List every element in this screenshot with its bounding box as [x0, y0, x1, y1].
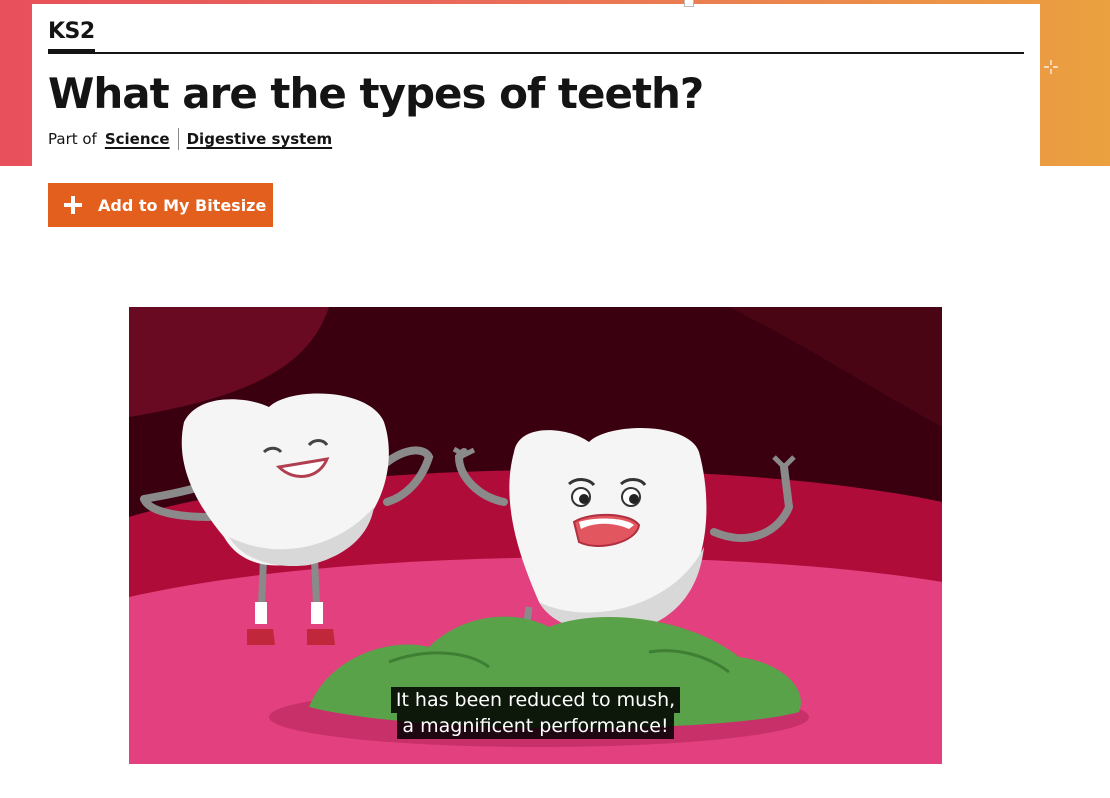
subtitle-line: It has been reduced to mush,: [390, 687, 681, 713]
breadcrumb-prefix: Part of: [48, 130, 97, 148]
breadcrumb-link-digestive-system[interactable]: Digestive system: [187, 130, 333, 148]
plus-icon: [64, 196, 82, 214]
add-button-label: Add to My Bitesize: [98, 195, 267, 215]
title-rule: [48, 52, 1024, 54]
tab-notch-icon: [684, 0, 694, 7]
breadcrumb: Part of Science Digestive system: [48, 128, 332, 150]
add-to-my-bitesize-button[interactable]: Add to My Bitesize: [48, 183, 273, 227]
crosshair-cursor-icon: [1044, 60, 1058, 74]
breadcrumb-divider: [177, 128, 179, 150]
subtitles: It has been reduced to mush, a magnifice…: [129, 687, 942, 739]
level-tab[interactable]: KS2: [48, 20, 95, 54]
subtitle-line: a magnificent performance!: [397, 713, 674, 739]
video-player[interactable]: It has been reduced to mush, a magnifice…: [129, 307, 942, 764]
breadcrumb-link-science[interactable]: Science: [105, 130, 170, 148]
page-title: What are the types of teeth?: [48, 69, 704, 118]
